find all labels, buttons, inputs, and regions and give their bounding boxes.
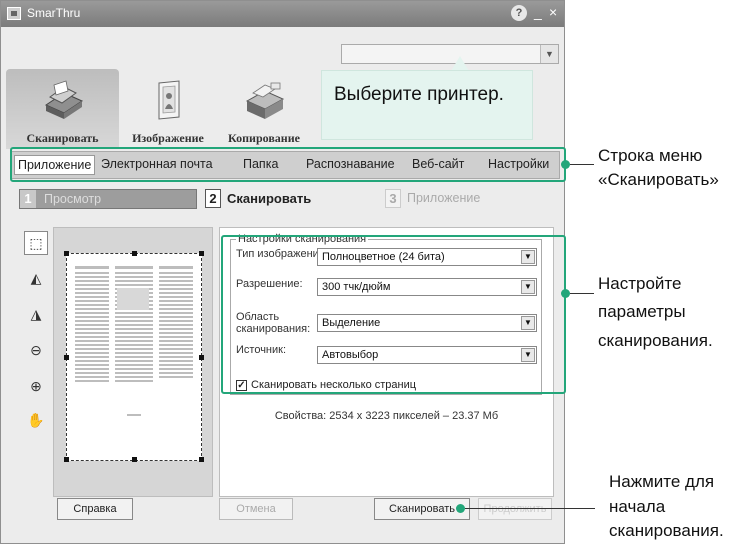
- title-bar: SmarThru ? _ ×: [1, 1, 564, 27]
- image-properties-text: Свойства: 2534 x 3223 пикселей – 23.37 М…: [274, 410, 499, 422]
- callout-dot: [561, 289, 570, 298]
- mode-tab-label: Сканировать: [26, 131, 99, 145]
- menu-bar-highlight: [10, 147, 566, 182]
- scan-preview-image[interactable]: [64, 251, 204, 462]
- crop-handle[interactable]: [64, 251, 69, 256]
- callout-menu-line1: Строка меню: [598, 146, 703, 165]
- balloon-tail: [451, 56, 469, 71]
- callout-settings-line2: параметры: [598, 302, 686, 321]
- minimize-icon[interactable]: _: [534, 4, 542, 20]
- mode-tab-scan[interactable]: Сканировать: [6, 69, 119, 149]
- settings-highlight: [221, 235, 566, 394]
- image-icon: [158, 80, 180, 120]
- help-icon[interactable]: ?: [511, 5, 527, 21]
- preview-panel: [53, 227, 213, 497]
- crop-handle[interactable]: [199, 355, 204, 360]
- callout-line: [570, 293, 594, 294]
- crop-handle[interactable]: [132, 251, 137, 256]
- help-button[interactable]: Справка: [57, 498, 133, 520]
- crop-handle[interactable]: [64, 355, 69, 360]
- step-label: Просмотр: [44, 192, 102, 206]
- chevron-down-icon[interactable]: ▼: [540, 45, 558, 63]
- mode-tab-copy[interactable]: Копирование: [219, 69, 309, 149]
- copier-icon: [245, 82, 285, 119]
- select-area-icon[interactable]: ⬚: [24, 231, 48, 255]
- rotate-left-icon[interactable]: ◭: [24, 267, 48, 291]
- crop-handle[interactable]: [132, 457, 137, 462]
- callout-scan-line2: начала: [609, 497, 666, 516]
- step-label: Сканировать: [227, 191, 312, 206]
- mode-tab-label: Копирование: [228, 131, 300, 145]
- step-label: Приложение: [407, 191, 481, 205]
- callout-settings-line3: сканирования.: [598, 331, 713, 350]
- window-title: SmarThru: [27, 6, 81, 20]
- callout-settings-line1: Настройте: [598, 274, 682, 293]
- step-scan[interactable]: 2 Сканировать: [205, 189, 365, 209]
- zoom-out-icon[interactable]: ⊖: [24, 339, 48, 363]
- step-application: 3 Приложение: [385, 189, 535, 209]
- printer-select[interactable]: ▼: [341, 44, 559, 64]
- close-icon[interactable]: ×: [549, 4, 557, 20]
- step-number: 1: [20, 190, 36, 208]
- callout-scan-line1: Нажмите для: [609, 472, 715, 491]
- mode-tab-image[interactable]: Изображение: [123, 69, 213, 149]
- crop-handle[interactable]: [199, 457, 204, 462]
- callout-dot: [456, 504, 465, 513]
- crop-handle[interactable]: [64, 457, 69, 462]
- select-printer-balloon: Выберите принтер.: [321, 70, 533, 140]
- zoom-in-icon[interactable]: ⊕: [24, 375, 48, 399]
- balloon-text: Выберите принтер.: [334, 84, 504, 105]
- app-icon: [7, 7, 21, 20]
- callout-line: [570, 164, 594, 165]
- scanner-icon: [44, 80, 83, 119]
- next-button[interactable]: Продолжить: [478, 498, 552, 520]
- callout-dot: [561, 160, 570, 169]
- step-number: 2: [205, 189, 221, 208]
- step-number: 3: [385, 189, 401, 208]
- rotate-right-icon[interactable]: ◮: [24, 303, 48, 327]
- callout-line: [465, 508, 595, 509]
- pan-hand-icon[interactable]: ✋: [24, 409, 48, 433]
- preview-toolbar: ⬚ ◭ ◮ ⊖ ⊕ ✋: [24, 227, 52, 497]
- callout-scan-line3: сканирования.: [609, 521, 724, 540]
- callout-menu-line2: «Сканировать»: [598, 170, 719, 189]
- mode-tab-label: Изображение: [132, 131, 204, 145]
- crop-handle[interactable]: [199, 251, 204, 256]
- cancel-button[interactable]: Отмена: [219, 498, 293, 520]
- document-thumbnail: [75, 266, 193, 416]
- step-preview[interactable]: 1 Просмотр: [19, 189, 197, 209]
